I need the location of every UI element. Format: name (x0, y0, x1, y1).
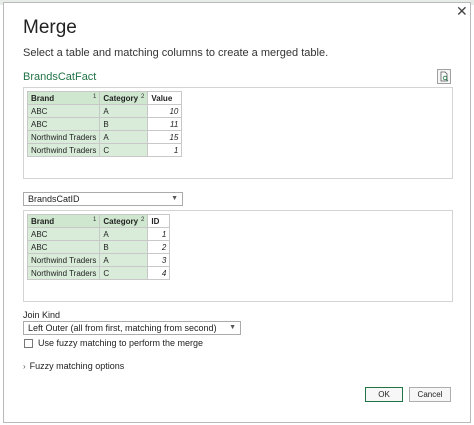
header-row: Brand 1 Category 2 Value (26, 91, 183, 105)
column-header-category[interactable]: Category 2 (99, 214, 149, 228)
second-table-preview: Brand 1 Category 2 ID ABC A 1 ABC B 2 Nort… (23, 210, 453, 302)
table-cell: C (99, 143, 149, 157)
fuzzy-matching-options-toggle[interactable]: › Fuzzy matching options (23, 361, 124, 371)
join-kind-dropdown[interactable]: Left Outer (all from first, matching fro… (23, 321, 241, 335)
header-row: Brand 1 Category 2 ID (26, 214, 171, 228)
table-cell: A (99, 130, 149, 144)
merge-dialog: ✕ Merge Select a table and matching colu… (3, 2, 471, 423)
cancel-button[interactable]: Cancel (409, 387, 451, 402)
table-cell: ABC (26, 227, 101, 241)
fuzzy-matching-checkbox-label[interactable]: Use fuzzy matching to perform the merge (38, 338, 203, 348)
table-cell: 3 (147, 253, 171, 267)
first-table-name: BrandsCatFact (23, 71, 97, 83)
join-kind-label: Join Kind (23, 310, 61, 320)
table-cell: B (99, 117, 149, 131)
column-header-label: Category (103, 93, 139, 103)
match-order-badge: 1 (93, 217, 97, 223)
table-cell: Northwind Traders (26, 266, 101, 280)
first-table-grid: Brand 1 Category 2 Value ABC A 10 ABC B 11… (26, 91, 183, 157)
table-cell: 4 (147, 266, 171, 280)
column-header-category[interactable]: Category 2 (99, 91, 149, 105)
table-row: Northwind Traders A 3 (26, 253, 171, 267)
table-row: ABC B 11 (26, 117, 183, 131)
dialog-subtitle: Select a table and matching columns to c… (23, 47, 329, 59)
ok-button[interactable]: OK (365, 387, 403, 402)
match-order-badge: 2 (141, 94, 145, 100)
second-table-selected-value: BrandsCatID (28, 194, 80, 204)
table-cell: A (99, 253, 149, 267)
table-cell: 15 (147, 130, 183, 144)
second-table-grid: Brand 1 Category 2 ID ABC A 1 ABC B 2 Nort… (26, 214, 171, 280)
close-icon[interactable]: ✕ (456, 4, 468, 18)
column-header-label: Category (103, 216, 139, 226)
dialog-title: Merge (23, 17, 77, 38)
chevron-down-icon: ▼ (229, 324, 236, 331)
table-row: ABC A 10 (26, 104, 183, 118)
column-header-label: Brand (31, 93, 55, 103)
table-row: ABC B 2 (26, 240, 171, 254)
table-cell: ABC (26, 240, 101, 254)
table-cell: ABC (26, 104, 101, 118)
table-cell: C (99, 266, 149, 280)
table-cell: 11 (147, 117, 183, 131)
column-header-brand[interactable]: Brand 1 (26, 214, 101, 228)
table-row: Northwind Traders C 1 (26, 143, 183, 157)
table-cell: A (99, 227, 149, 241)
table-row: ABC A 1 (26, 227, 171, 241)
table-cell: Northwind Traders (26, 143, 101, 157)
table-cell: ABC (26, 117, 101, 131)
chevron-down-icon: ▼ (171, 195, 178, 202)
table-row: Northwind Traders A 15 (26, 130, 183, 144)
table-cell: 1 (147, 143, 183, 157)
table-cell: B (99, 240, 149, 254)
column-header-label: Brand (31, 216, 55, 226)
table-cell: Northwind Traders (26, 253, 101, 267)
table-row: Northwind Traders C 4 (26, 266, 171, 280)
document-preview-icon (440, 71, 449, 82)
column-header-id[interactable]: ID (147, 214, 171, 228)
table-cell: A (99, 104, 149, 118)
column-header-value[interactable]: Value (147, 91, 183, 105)
table-cell: 2 (147, 240, 171, 254)
column-header-brand[interactable]: Brand 1 (26, 91, 101, 105)
table-cell: Northwind Traders (26, 130, 101, 144)
column-header-label: ID (151, 216, 160, 226)
fuzzy-matching-options-label: Fuzzy matching options (29, 361, 125, 371)
preview-file-button[interactable] (437, 69, 451, 84)
table-cell: 10 (147, 104, 183, 118)
chevron-right-icon: › (23, 362, 26, 371)
column-header-label: Value (151, 93, 173, 103)
match-order-badge: 2 (141, 217, 145, 223)
match-order-badge: 1 (93, 94, 97, 100)
table-cell: 1 (147, 227, 171, 241)
fuzzy-matching-checkbox[interactable] (24, 339, 33, 348)
second-table-dropdown[interactable]: BrandsCatID ▼ (23, 192, 183, 206)
join-kind-selected-value: Left Outer (all from first, matching fro… (28, 323, 217, 333)
first-table-preview: Brand 1 Category 2 Value ABC A 10 ABC B 11… (23, 87, 453, 179)
